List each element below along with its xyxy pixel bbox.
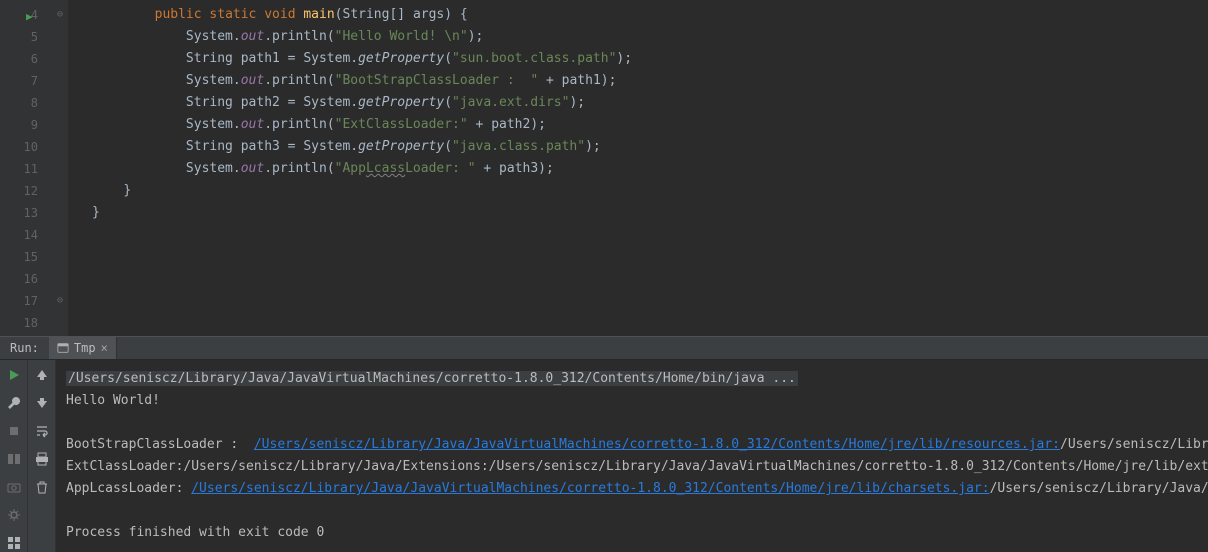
layout-button[interactable] [4, 452, 24, 470]
console-toolbar-left [0, 360, 28, 552]
up-icon [35, 368, 49, 386]
console-output[interactable]: /Users/seniscz/Library/Java/JavaVirtualM… [56, 360, 1208, 552]
camera-icon [7, 480, 21, 498]
grid-icon [7, 536, 21, 552]
console-line: Process finished with exit code 0 [66, 522, 1198, 544]
wrench-button[interactable] [4, 396, 24, 414]
line-number[interactable]: 9 [0, 114, 38, 136]
stop-icon [7, 424, 21, 442]
code-line[interactable]: String path1 = System.getProperty("sun.b… [92, 48, 1208, 70]
gear-button[interactable] [4, 508, 24, 526]
line-gutter[interactable]: ▶456789101112131415161718 [0, 0, 56, 336]
application-icon [57, 342, 69, 354]
run-gutter-icon[interactable]: ▶ [26, 6, 33, 28]
line-number[interactable]: 14 [0, 224, 38, 246]
line-number[interactable]: 12 [0, 180, 38, 202]
run-button[interactable] [4, 368, 24, 386]
code-line[interactable]: String path2 = System.getProperty("java.… [92, 92, 1208, 114]
run-tab[interactable]: Tmp × [49, 337, 117, 359]
print-icon [35, 452, 49, 470]
code-line[interactable]: String path3 = System.getProperty("java.… [92, 136, 1208, 158]
console-line: ExtClassLoader:/Users/seniscz/Library/Ja… [66, 456, 1198, 478]
trash-icon [35, 480, 49, 498]
line-number[interactable]: 18 [0, 312, 38, 334]
up-button[interactable] [32, 368, 52, 386]
run-tab-label: Tmp [74, 341, 96, 355]
wrench-icon [7, 396, 21, 414]
print-button[interactable] [32, 452, 52, 470]
path-link[interactable]: /Users/seniscz/Library/Java/JavaVirtualM… [191, 481, 989, 496]
console-line: AppLcassLoader: /Users/seniscz/Library/J… [66, 478, 1198, 500]
stop-button[interactable] [4, 424, 24, 442]
line-number[interactable]: 7 [0, 70, 38, 92]
camera-button[interactable] [4, 480, 24, 498]
console-toolbar-right [28, 360, 56, 552]
run-tab-bar: Run: Tmp × [0, 336, 1208, 360]
run-panel-label: Run: [0, 341, 49, 355]
console-panel: /Users/seniscz/Library/Java/JavaVirtualM… [0, 360, 1208, 552]
line-number[interactable]: 8 [0, 92, 38, 114]
code-line[interactable]: } [92, 202, 1208, 224]
code-line[interactable]: public static void main(String[] args) { [92, 4, 1208, 26]
wrap-icon [35, 424, 49, 442]
down-icon [35, 396, 49, 414]
code-line[interactable]: System.out.println("Hello World! \n"); [92, 26, 1208, 48]
fold-close-icon[interactable]: ⊖ [57, 290, 63, 312]
line-number[interactable]: 13 [0, 202, 38, 224]
line-number[interactable]: 10 [0, 136, 38, 158]
path-link[interactable]: /Users/seniscz/Library/Java/JavaVirtualM… [254, 437, 1060, 452]
code-line[interactable]: } [92, 180, 1208, 202]
console-line: BootStrapClassLoader : /Users/seniscz/Li… [66, 434, 1198, 456]
line-number[interactable]: 6 [0, 48, 38, 70]
code-line[interactable]: System.out.println("AppLcassLoader: " + … [92, 158, 1208, 180]
line-number[interactable]: 15 [0, 246, 38, 268]
console-line [66, 412, 1198, 434]
gear-icon [7, 508, 21, 526]
down-button[interactable] [32, 396, 52, 414]
line-number[interactable]: 17 [0, 290, 38, 312]
trash-button[interactable] [32, 480, 52, 498]
line-number[interactable]: 5 [0, 26, 38, 48]
console-line: /Users/seniscz/Library/Java/JavaVirtualM… [66, 368, 1198, 390]
close-icon[interactable]: × [101, 341, 108, 355]
line-number[interactable]: 16 [0, 268, 38, 290]
fold-column[interactable]: ⊖⊖ [56, 0, 68, 336]
code-editor[interactable]: ▶456789101112131415161718 ⊖⊖ public stat… [0, 0, 1208, 336]
line-number[interactable]: 11 [0, 158, 38, 180]
code-content[interactable]: public static void main(String[] args) {… [68, 0, 1208, 336]
console-line [66, 500, 1198, 522]
code-line[interactable]: System.out.println("ExtClassLoader:" + p… [92, 114, 1208, 136]
layout-icon [7, 452, 21, 470]
grid-button[interactable] [4, 536, 24, 552]
code-line[interactable]: System.out.println("BootStrapClassLoader… [92, 70, 1208, 92]
wrap-button[interactable] [32, 424, 52, 442]
fold-open-icon[interactable]: ⊖ [57, 4, 63, 26]
run-icon [7, 368, 21, 386]
console-line: Hello World! [66, 390, 1198, 412]
